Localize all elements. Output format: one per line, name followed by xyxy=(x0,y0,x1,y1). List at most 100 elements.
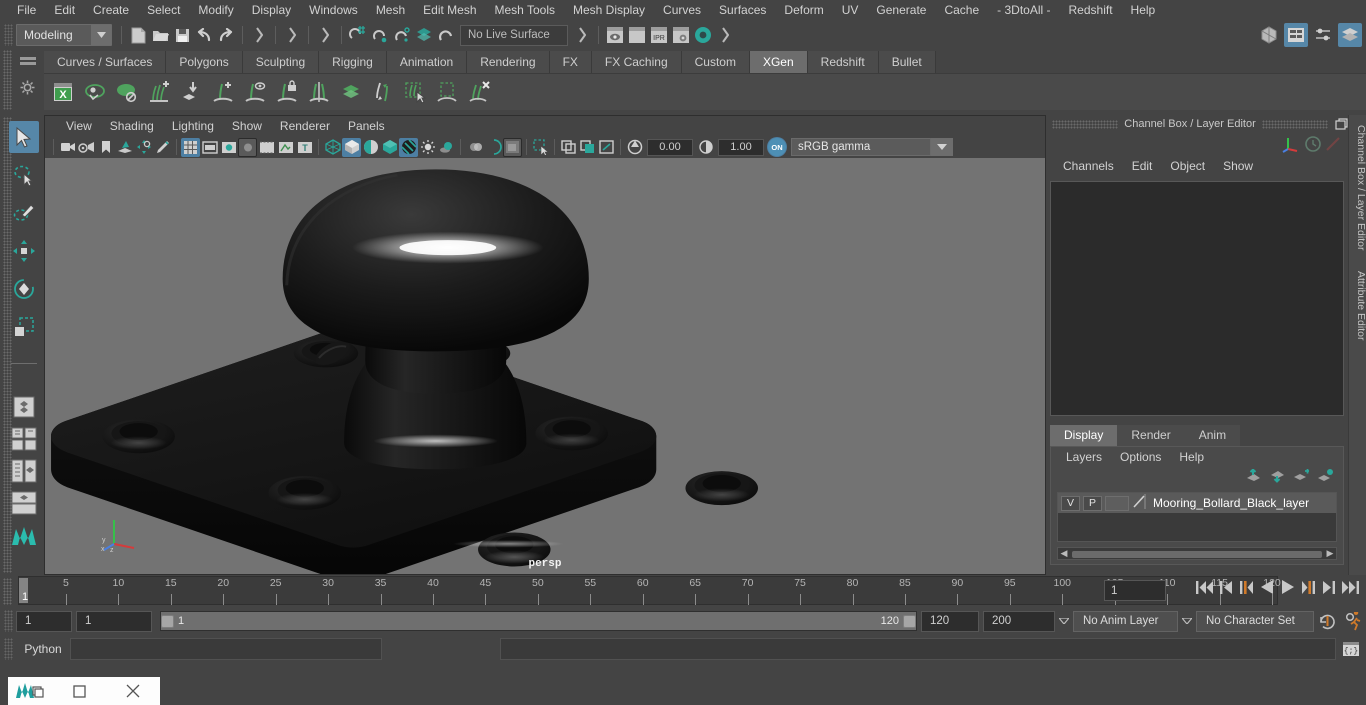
resolution-gate-icon[interactable] xyxy=(219,138,238,157)
two-d-pan-zoom-icon[interactable] xyxy=(134,138,153,157)
snap-to-curve-icon[interactable] xyxy=(369,24,391,46)
shelf-options-gear-icon[interactable] xyxy=(20,80,35,98)
panel-menu-view[interactable]: View xyxy=(57,116,101,136)
grease-pencil-icon[interactable] xyxy=(153,138,172,157)
menu-mesh-display[interactable]: Mesh Display xyxy=(564,0,654,20)
command-line-grip[interactable] xyxy=(4,638,13,660)
scroll-left-icon[interactable]: ◀ xyxy=(1058,548,1070,559)
command-input[interactable] xyxy=(70,638,382,660)
textured-icon[interactable] xyxy=(380,138,399,157)
menu-select[interactable]: Select xyxy=(138,0,189,20)
shelf-tab-redshift[interactable]: Redshift xyxy=(807,51,879,73)
perspective-viewport[interactable]: z y x persp xyxy=(45,158,1045,574)
heads-up-display-icon[interactable]: T xyxy=(295,138,314,157)
red-slash-icon[interactable] xyxy=(1324,135,1342,156)
shelf-tab-menu-icon[interactable] xyxy=(20,57,36,65)
panel-menu-lighting[interactable]: Lighting xyxy=(163,116,223,136)
channel-box-attribute-area[interactable] xyxy=(1050,181,1344,416)
time-slider-track[interactable]: 1 5 10 15 20 25 30 35 40 45 50 55 60 65 70 75 80 85 90 95 1… xyxy=(18,576,1281,605)
chevron-down-icon[interactable] xyxy=(931,138,953,156)
scroll-right-icon[interactable]: ▶ xyxy=(1324,548,1336,559)
move-tool[interactable] xyxy=(9,235,39,267)
auto-key-icon[interactable] xyxy=(1314,612,1340,631)
shelf-tab-rigging[interactable]: Rigging xyxy=(319,51,387,73)
snap-to-view-plane-icon[interactable] xyxy=(435,24,457,46)
grid-toggle-icon[interactable] xyxy=(181,137,200,157)
panel-menu-renderer[interactable]: Renderer xyxy=(271,116,339,136)
channel-menu-edit[interactable]: Edit xyxy=(1123,159,1162,173)
hypershade-icon[interactable] xyxy=(692,24,714,46)
xray-joints-icon[interactable] xyxy=(559,138,578,157)
select-by-object-icon[interactable] xyxy=(281,24,303,46)
save-scene-icon[interactable] xyxy=(171,24,193,46)
menu-file[interactable]: File xyxy=(8,0,45,20)
menu-mesh[interactable]: Mesh xyxy=(367,0,414,20)
color-management-selector[interactable]: sRGB gamma xyxy=(791,138,931,156)
dock-grip-right[interactable] xyxy=(1261,119,1328,129)
bookmark-icon[interactable] xyxy=(96,138,115,157)
shaded-wireframe-icon[interactable] xyxy=(361,138,380,157)
range-start-handle[interactable] xyxy=(161,614,174,628)
layer-name[interactable]: Mooring_Bollard_Black_layer xyxy=(1149,496,1309,510)
toggle-modeling-toolkit-icon[interactable] xyxy=(1257,23,1281,47)
density-mask-icon[interactable] xyxy=(336,76,366,108)
xgen-editor-icon[interactable]: X xyxy=(48,76,78,108)
script-editor-icon[interactable]: {;} xyxy=(1340,638,1362,660)
layer-list[interactable]: V P Mooring_Bollard_Black_layer xyxy=(1057,492,1337,542)
character-set-selector[interactable]: No Character Set xyxy=(1196,610,1314,632)
shelf-tab-sculpting[interactable]: Sculpting xyxy=(242,51,320,73)
render-current-frame-icon[interactable] xyxy=(604,24,626,46)
layer-menu-layers[interactable]: Layers xyxy=(1057,450,1111,464)
layer-playback-toggle[interactable]: P xyxy=(1083,495,1102,511)
clock-icon[interactable] xyxy=(1304,135,1322,156)
render-settings-icon[interactable] xyxy=(670,24,692,46)
scrollbar-thumb[interactable] xyxy=(1072,551,1322,558)
menu-set-selector[interactable]: Modeling xyxy=(16,24,112,46)
disable-preview-icon[interactable] xyxy=(112,76,142,108)
menu-mesh-tools[interactable]: Mesh Tools xyxy=(486,0,564,20)
select-tool[interactable] xyxy=(9,121,39,153)
shadows-icon[interactable] xyxy=(418,138,437,157)
undock-icon[interactable] xyxy=(1334,117,1348,131)
menu-windows[interactable]: Windows xyxy=(300,0,367,20)
select-by-render-icon[interactable] xyxy=(571,24,593,46)
import-collection-icon[interactable] xyxy=(176,76,206,108)
restore-window-icon[interactable] xyxy=(52,684,106,698)
status-line-grip[interactable] xyxy=(4,24,13,46)
menu-surfaces[interactable]: Surfaces xyxy=(710,0,775,20)
panel-menu-show[interactable]: Show xyxy=(223,116,271,136)
panel-menu-shading[interactable]: Shading xyxy=(101,116,163,136)
layer-row-mooring-bollard-black[interactable]: V P Mooring_Bollard_Black_layer xyxy=(1058,493,1336,513)
animation-preferences-icon[interactable] xyxy=(1340,611,1366,631)
menu-uv[interactable]: UV xyxy=(833,0,868,20)
delete-description-icon[interactable] xyxy=(464,76,494,108)
select-by-more-icon[interactable] xyxy=(714,24,736,46)
redo-icon[interactable] xyxy=(215,24,237,46)
chevron-down-icon[interactable] xyxy=(1055,618,1073,624)
undo-icon[interactable] xyxy=(193,24,215,46)
range-bar[interactable]: 1 120 xyxy=(160,611,917,631)
menu-deform[interactable]: Deform xyxy=(775,0,832,20)
range-slider-grip[interactable] xyxy=(4,610,13,632)
toggle-attribute-editor-icon[interactable] xyxy=(1284,23,1308,47)
menu-modify[interactable]: Modify xyxy=(189,0,242,20)
outliner-persp-layout-icon[interactable] xyxy=(9,455,39,487)
channel-menu-object[interactable]: Object xyxy=(1161,159,1214,173)
step-forward-key-icon[interactable] xyxy=(1302,580,1315,598)
channel-menu-channels[interactable]: Channels xyxy=(1054,159,1123,173)
rotate-tool[interactable] xyxy=(9,273,39,305)
go-to-end-icon[interactable] xyxy=(1342,580,1359,598)
shelf-tab-fx-caching[interactable]: FX Caching xyxy=(591,51,682,73)
guide-visibility-icon[interactable] xyxy=(240,76,270,108)
paint-select-tool[interactable] xyxy=(9,197,39,229)
snap-to-point-icon[interactable] xyxy=(391,24,413,46)
panel-menu-panels[interactable]: Panels xyxy=(339,116,394,136)
side-tab-channel-box[interactable]: Channel Box / Layer Editor xyxy=(1349,119,1366,257)
gamma-value[interactable]: 1.00 xyxy=(718,138,764,156)
menu-3dtoall[interactable]: - 3DtoAll - xyxy=(988,0,1059,20)
preview-refresh-icon[interactable] xyxy=(80,76,110,108)
time-slider-grip[interactable] xyxy=(3,578,12,605)
film-origin-icon[interactable] xyxy=(257,138,276,157)
motion-blur-icon[interactable] xyxy=(465,138,484,157)
menu-generate[interactable]: Generate xyxy=(867,0,935,20)
